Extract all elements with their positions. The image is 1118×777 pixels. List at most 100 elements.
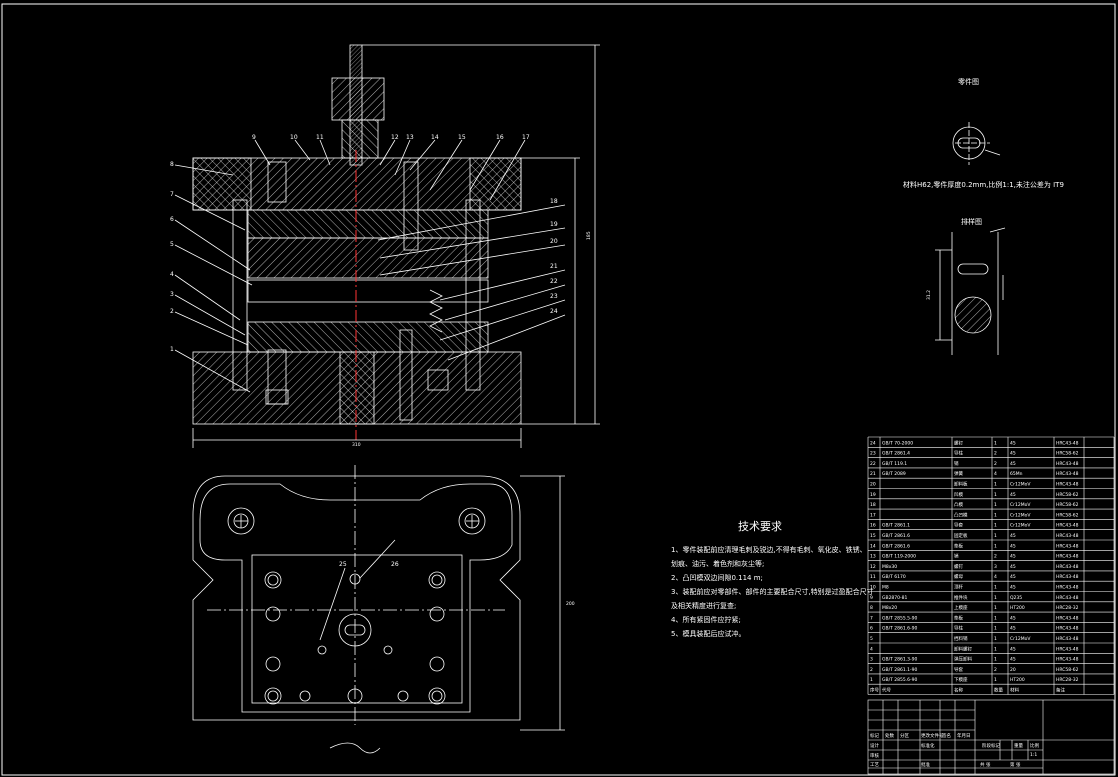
tech-req-line: 5、模具装配后应试冲。	[671, 629, 745, 638]
bom-cell-note: HRC43-48	[1056, 440, 1079, 446]
bom-cell-note: HRC58-62	[1056, 667, 1079, 673]
bom-cell-code: GB/T 2861.6-90	[882, 626, 918, 632]
bom-cell-note: HRC43-48	[1056, 615, 1079, 621]
bom-cell-note: HRC43-48	[1056, 461, 1079, 467]
bom-header-mat: 材料	[1010, 687, 1019, 694]
strip-layout	[935, 227, 1006, 355]
part-label-23: 23	[550, 293, 558, 300]
workpiece-drawing	[952, 122, 1001, 165]
bom-cell-mat: 20	[1010, 667, 1016, 673]
part-label-5: 5	[170, 241, 174, 248]
bom-cell-name: 弹簧	[954, 470, 963, 477]
bom-cell-name: 凸凹模	[954, 511, 968, 518]
bom-cell-qty: 1	[994, 626, 997, 632]
bom-cell-mat: 45	[1010, 626, 1016, 632]
bom-cell-no: 24	[870, 440, 876, 446]
bom-cell-code: GB/T 2861.6	[882, 533, 910, 539]
bom-cell-name: 导套	[954, 666, 963, 673]
title-cell: 审核	[870, 752, 879, 759]
bom-cell-mat: 45	[1010, 451, 1016, 457]
bom-cell-no: 12	[870, 564, 876, 570]
bom-cell-no: 22	[870, 461, 876, 467]
title-cell: 分区	[900, 732, 909, 739]
dim-width-label: 310	[352, 442, 361, 448]
bom-cell-qty: 1	[994, 492, 997, 498]
bom-cell-note: HRC28-32	[1056, 605, 1079, 611]
bom-table-text: 24 GB/T 70-2000 螺钉 1 45 HRC43-4823 GB/T 2861.4…	[870, 439, 1079, 693]
bom-cell-no: 19	[870, 492, 876, 498]
bom-cell-no: 11	[870, 574, 876, 580]
bom-cell-code: GB/T 119.1	[882, 461, 907, 467]
bom-cell-note: HRC58-62	[1056, 502, 1079, 508]
bom-cell-qty: 1	[994, 512, 997, 518]
bom-cell-no: 6	[870, 626, 873, 632]
bom-cell-note: HRC43-48	[1056, 595, 1079, 601]
bom-cell-note: HRC58-62	[1056, 512, 1079, 518]
title-cell: 阶段标记	[982, 742, 1000, 749]
bom-cell-note: HRC43-48	[1056, 636, 1079, 642]
bom-cell-code: M8x30	[882, 564, 897, 570]
part-label-16: 16	[496, 134, 504, 141]
bom-cell-qty: 2	[994, 667, 997, 673]
tech-req-line: 3、装配前应对零部件、部件的主要配合尺寸,特别是过盈配合尺寸	[671, 587, 874, 596]
bom-cell-qty: 1	[994, 543, 997, 549]
part-label-20: 20	[550, 238, 558, 245]
plan-view	[192, 465, 565, 754]
bom-cell-code: GB2870-81	[882, 595, 908, 601]
bom-cell-mat: Cr12MoV	[1010, 636, 1031, 642]
bom-cell-qty: 4	[994, 574, 997, 580]
bom-cell-name: 凸模	[954, 501, 963, 508]
bom-cell-no: 1	[870, 677, 873, 683]
bom-cell-name: 螺钉	[954, 439, 963, 446]
cad-drawing-canvas: 8 7 6 5 4 3 2 1 9 10 11 12 13 14 15 16 1…	[1, 3, 1116, 776]
bom-cell-mat: HT200	[1010, 677, 1025, 683]
part-label-15: 15	[458, 134, 466, 141]
workpiece-note: 材料H62,零件厚度0.2mm,比例1:1,未注公差为 IT9	[903, 180, 1064, 189]
strip-dim: 31.2	[926, 290, 932, 300]
part-label-12: 12	[391, 134, 399, 141]
plan-dim-height: 200	[566, 601, 575, 607]
bom-cell-note: HRC43-48	[1056, 482, 1079, 488]
bom-cell-mat: 45	[1010, 646, 1016, 652]
tech-req-title: 技术要求	[738, 520, 782, 533]
bom-cell-note: HRC43-48	[1056, 471, 1079, 477]
bom-cell-code: GB/T 119-2000	[882, 554, 916, 560]
bom-cell-qty: 1	[994, 523, 997, 529]
part-label-2: 2	[170, 308, 174, 315]
bom-cell-note: HRC43-48	[1056, 657, 1079, 663]
tech-req-line: 1、零件装配前应清理毛刺及锐边,不得有毛刺、氧化皮、铁锈、	[671, 545, 867, 554]
bom-cell-qty: 1	[994, 440, 997, 446]
bom-cell-qty: 1	[994, 502, 997, 508]
bom-cell-name: 固定板	[954, 532, 968, 539]
bom-header-note: 备注	[1056, 687, 1065, 694]
tech-req-line: 4、所有紧固件应拧紧;	[671, 615, 741, 624]
bom-cell-name: 卸料板	[954, 481, 968, 488]
part-label-8: 8	[170, 161, 174, 168]
part-label-18: 18	[550, 198, 558, 205]
bom-cell-mat: 45	[1010, 440, 1016, 446]
part-label-10: 10	[290, 134, 298, 141]
bom-cell-code: GB/T 2861.6	[882, 543, 910, 549]
bom-cell-note: HRC43-48	[1056, 626, 1079, 632]
bom-cell-qty: 1	[994, 646, 997, 652]
bom-cell-no: 5	[870, 636, 873, 642]
tech-req-line: 及相关精度进行复查;	[671, 601, 736, 610]
bom-cell-no: 23	[870, 451, 876, 457]
bom-cell-name: 弹压卸料	[954, 656, 972, 663]
bom-header-qty: 数量	[994, 687, 1003, 694]
workpiece-title: 零件图	[958, 77, 979, 86]
bom-cell-code: GB/T 2861.4	[882, 451, 910, 457]
bom-cell-code: GB/T 2861.3-90	[882, 657, 918, 663]
title-cell: 标记	[870, 732, 879, 739]
bom-cell-mat: Cr12MoV	[1010, 482, 1031, 488]
bom-cell-name: 推件块	[954, 594, 968, 601]
part-label-4: 4	[170, 271, 174, 278]
bom-cell-note: HRC43-48	[1056, 554, 1079, 560]
part-label-25: 25	[339, 561, 347, 568]
bom-cell-qty: 1	[994, 533, 997, 539]
title-cell: 年月日	[957, 732, 971, 739]
part-label-6: 6	[170, 216, 174, 223]
bom-cell-name: 销	[954, 553, 959, 560]
bom-header-no: 序号	[870, 687, 879, 694]
bom-cell-qty: 2	[994, 451, 997, 457]
